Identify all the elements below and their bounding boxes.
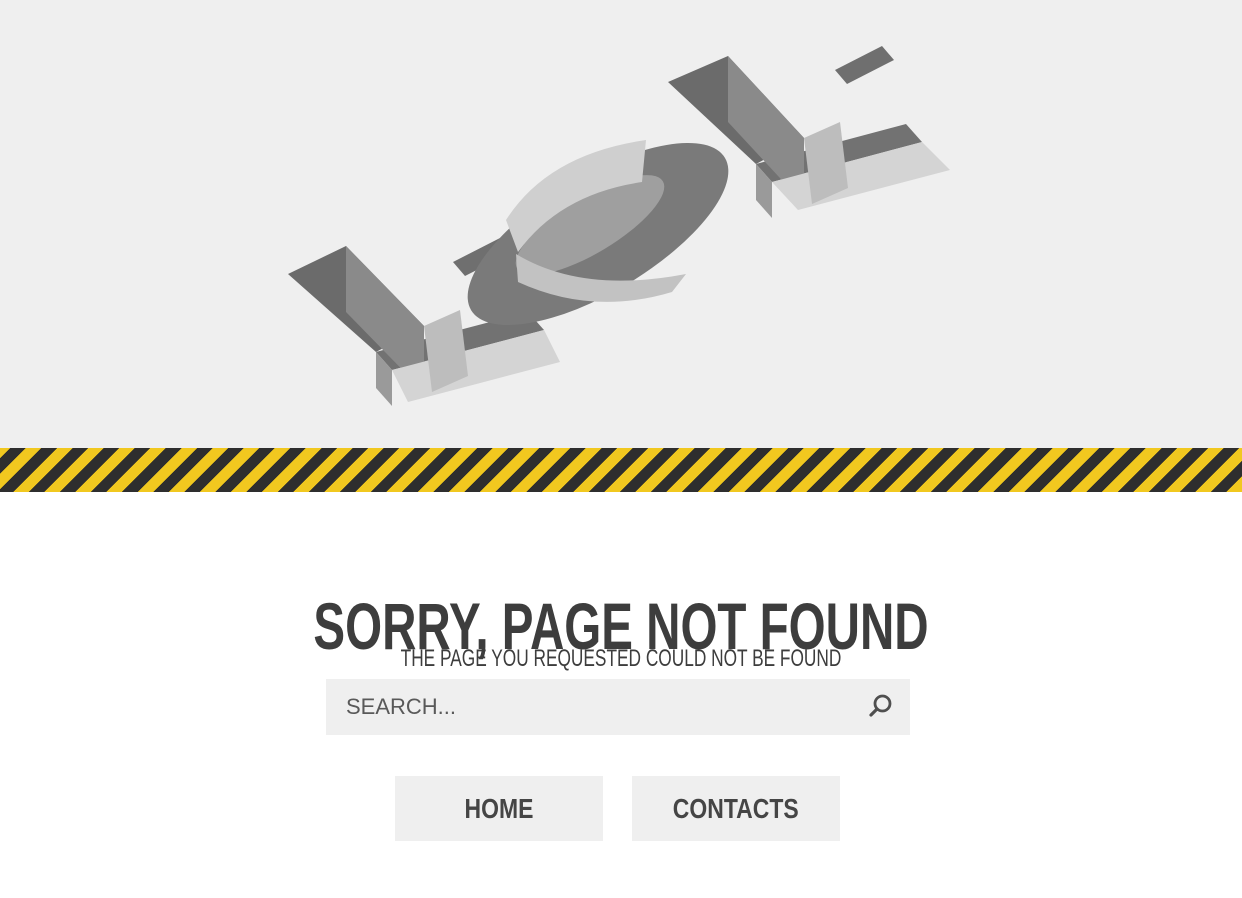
home-button[interactable]: HOME	[395, 776, 603, 841]
home-button-label: HOME	[464, 792, 534, 824]
zero-digit	[467, 140, 729, 326]
isometric-404-graphic	[288, 46, 950, 406]
hazard-stripe-divider	[0, 448, 1242, 492]
search-icon[interactable]	[864, 691, 896, 723]
error-page: SORRY, PAGE NOT FOUND THE PAGE YOU REQUE…	[0, 0, 1242, 898]
hero-illustration	[0, 0, 1242, 448]
search-box[interactable]	[326, 679, 910, 735]
search-input[interactable]	[346, 679, 846, 735]
contacts-button-label: CONTACTS	[673, 792, 799, 824]
page-subtitle: THE PAGE YOU REQUESTED COULD NOT BE FOUN…	[400, 645, 842, 672]
contacts-button[interactable]: CONTACTS	[632, 776, 840, 841]
